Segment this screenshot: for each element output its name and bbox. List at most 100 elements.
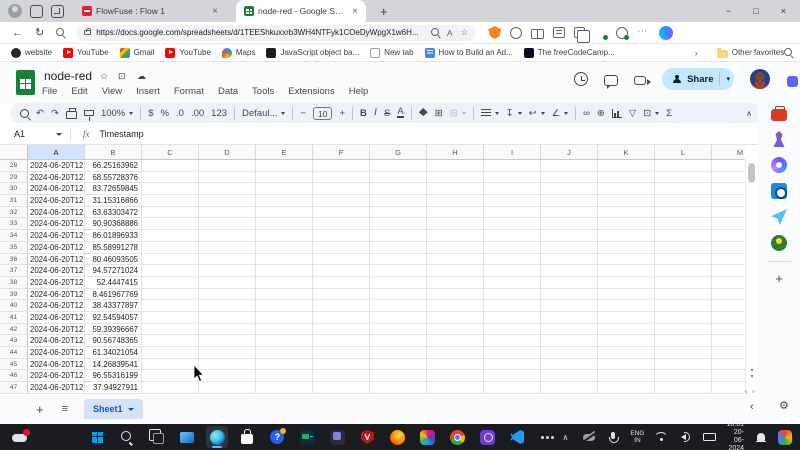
cell-empty[interactable] <box>142 160 199 172</box>
cell-empty[interactable] <box>655 183 712 195</box>
sheet-tab-sheet1[interactable]: Sheet1 <box>84 399 143 419</box>
addon-swirl-icon[interactable] <box>771 157 787 173</box>
cell-value[interactable]: 90.90368886 <box>85 218 142 230</box>
cell-timestamp[interactable]: 2024-06-20T12: <box>28 312 85 324</box>
cell-timestamp[interactable]: 2024-06-20T12: <box>28 254 85 266</box>
favorite-item[interactable]: YouTube <box>63 48 108 58</box>
cell-empty[interactable] <box>712 265 745 277</box>
cell-empty[interactable] <box>256 277 313 289</box>
restore-button[interactable]: □ <box>753 6 758 16</box>
cell-empty[interactable] <box>541 382 598 394</box>
column-header-H[interactable]: H <box>427 145 484 159</box>
cell-empty[interactable] <box>484 312 541 324</box>
meet-camera-icon[interactable] <box>634 76 646 85</box>
menu-extensions[interactable]: Extensions <box>288 86 334 97</box>
cell-empty[interactable] <box>598 312 655 324</box>
cell-empty[interactable] <box>541 335 598 347</box>
cell-empty[interactable] <box>427 289 484 301</box>
cell-empty[interactable] <box>370 242 427 254</box>
cell-empty[interactable] <box>484 324 541 336</box>
increase-font-size-button[interactable]: + <box>339 108 345 119</box>
cell-empty[interactable] <box>370 254 427 266</box>
cell-empty[interactable] <box>655 195 712 207</box>
paint-format-button[interactable] <box>84 110 94 116</box>
addon-green-icon[interactable] <box>771 235 787 251</box>
cell-empty[interactable] <box>256 382 313 394</box>
side-panel-collapse-icon[interactable]: ‹ <box>750 401 754 413</box>
cell-empty[interactable] <box>427 254 484 266</box>
print-button[interactable] <box>66 108 77 119</box>
cell-empty[interactable] <box>427 324 484 336</box>
strikethrough-button[interactable]: S <box>384 108 390 119</box>
column-header-C[interactable]: C <box>142 145 199 159</box>
cell-empty[interactable] <box>370 195 427 207</box>
spreadsheet-grid[interactable]: ABCDEFGHIJKLM 282024-06-20T12:66.2516396… <box>0 145 745 395</box>
cell-empty[interactable] <box>370 300 427 312</box>
cell-empty[interactable] <box>256 183 313 195</box>
cell-empty[interactable] <box>370 160 427 172</box>
favorite-item[interactable]: Maps <box>222 48 256 58</box>
cell-empty[interactable] <box>142 207 199 219</box>
cell-empty[interactable] <box>655 277 712 289</box>
cell-timestamp[interactable]: 2024-06-20T12: <box>28 370 85 382</box>
cell-empty[interactable] <box>598 160 655 172</box>
cell-value[interactable]: 86.01896933 <box>85 230 142 242</box>
cell-empty[interactable] <box>598 195 655 207</box>
all-sheets-icon[interactable]: ≡ <box>62 403 68 415</box>
table-views-button[interactable]: ⊡ <box>643 108 659 119</box>
cell-empty[interactable] <box>484 300 541 312</box>
cell-empty[interactable] <box>370 324 427 336</box>
text-rotation-button[interactable]: ∠ <box>552 108 569 119</box>
cell-empty[interactable] <box>541 160 598 172</box>
row-header[interactable]: 36 <box>0 254 28 266</box>
cell-empty[interactable] <box>655 265 712 277</box>
column-header-J[interactable]: J <box>541 145 598 159</box>
cell-empty[interactable] <box>142 265 199 277</box>
favorite-item[interactable]: The freeCodeCamp... <box>524 48 615 58</box>
cell-empty[interactable] <box>712 347 745 359</box>
cell-empty[interactable] <box>427 207 484 219</box>
cell-empty[interactable] <box>598 335 655 347</box>
cell-empty[interactable] <box>712 207 745 219</box>
cell-empty[interactable] <box>484 382 541 394</box>
cell-empty[interactable] <box>313 207 370 219</box>
cell-empty[interactable] <box>199 183 256 195</box>
italic-button[interactable]: I <box>374 108 377 118</box>
cell-empty[interactable] <box>712 160 745 172</box>
cell-value[interactable]: 14.26839541 <box>85 359 142 371</box>
row-header[interactable]: 31 <box>0 195 28 207</box>
cell-empty[interactable] <box>541 370 598 382</box>
browser-profile-icon[interactable] <box>8 4 22 18</box>
functions-button[interactable]: Σ <box>666 108 672 119</box>
cell-empty[interactable] <box>427 277 484 289</box>
cell-value[interactable]: 68.55728376 <box>85 172 142 184</box>
tab-actions-icon[interactable] <box>51 5 64 18</box>
home-search-icon[interactable] <box>56 27 64 39</box>
cell-empty[interactable] <box>199 300 256 312</box>
cell-empty[interactable] <box>541 207 598 219</box>
menu-data[interactable]: Data <box>218 86 238 97</box>
cell-empty[interactable] <box>712 312 745 324</box>
favorite-item[interactable]: website <box>11 48 52 58</box>
cell-empty[interactable] <box>142 277 199 289</box>
cell-empty[interactable] <box>256 324 313 336</box>
cell-empty[interactable] <box>484 370 541 382</box>
cell-value[interactable]: 63.63303472 <box>85 207 142 219</box>
cell-empty[interactable] <box>256 218 313 230</box>
cell-empty[interactable] <box>541 265 598 277</box>
cell-empty[interactable] <box>256 195 313 207</box>
cell-empty[interactable] <box>427 300 484 312</box>
notifications-bell-icon[interactable] <box>754 430 768 444</box>
cell-empty[interactable] <box>256 370 313 382</box>
cell-empty[interactable] <box>256 312 313 324</box>
cell-empty[interactable] <box>256 347 313 359</box>
column-header-B[interactable]: B <box>85 145 142 159</box>
cell-empty[interactable] <box>427 265 484 277</box>
row-header[interactable]: 47 <box>0 382 28 394</box>
cell-empty[interactable] <box>142 195 199 207</box>
cell-empty[interactable] <box>541 359 598 371</box>
collections-icon[interactable] <box>574 27 585 38</box>
cell-empty[interactable] <box>484 265 541 277</box>
cell-empty[interactable] <box>655 254 712 266</box>
cell-timestamp[interactable]: 2024-06-20T12: <box>28 183 85 195</box>
